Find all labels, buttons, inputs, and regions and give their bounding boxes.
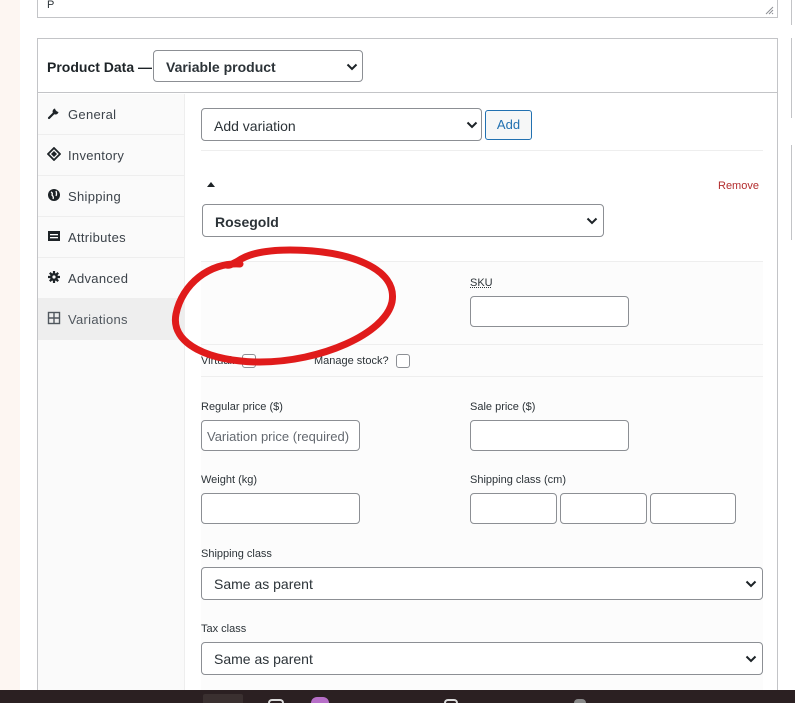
shipping-class-value: Same as parent: [214, 576, 313, 592]
dimensions-label: Shipping class (cm): [470, 474, 566, 486]
weight-label: Weight (kg): [201, 474, 258, 486]
product-data-title: Product Data —: [47, 59, 153, 75]
tab-label: Shipping: [68, 189, 121, 204]
width-input[interactable]: [560, 493, 647, 524]
sku-input[interactable]: [470, 296, 629, 327]
divider: [201, 150, 763, 151]
length-input[interactable]: [470, 493, 557, 524]
right-edge-border: [791, 38, 792, 118]
chevron-down-icon: [745, 580, 757, 588]
weight-input[interactable]: [201, 493, 360, 524]
chevron-down-icon: [466, 121, 478, 129]
red-annotation-circle: [171, 246, 396, 366]
tab-label: Attributes: [68, 230, 126, 245]
tag-icon: [47, 147, 61, 161]
taskbar-app-icon[interactable]: [203, 694, 243, 703]
tax-class-select[interactable]: Same as parent: [201, 642, 763, 675]
sale-price-input[interactable]: [470, 420, 629, 451]
chevron-down-icon: [346, 63, 358, 71]
tab-attributes[interactable]: Attributes: [38, 217, 185, 258]
shipping-class-select[interactable]: Same as parent: [201, 567, 763, 600]
sale-price-label: Sale price ($): [470, 401, 536, 413]
tab-label: Advanced: [68, 271, 129, 286]
list-icon: [48, 231, 60, 241]
grid-icon: [47, 311, 61, 325]
variation-attribute-value: Rosegold: [215, 214, 279, 230]
tax-class-label: Tax class: [201, 623, 247, 635]
wrench-icon: [47, 108, 59, 120]
regular-price-placeholder: Variation price (required): [207, 429, 350, 444]
description-textarea[interactable]: P: [37, 0, 778, 18]
remove-variation-link[interactable]: Remove: [718, 180, 759, 192]
taskbar-app-icon[interactable]: [574, 699, 586, 703]
chevron-down-icon: [745, 655, 757, 663]
resize-grip-icon[interactable]: [764, 5, 774, 15]
divider: [201, 376, 763, 377]
shipping-class-label: Shipping class: [201, 548, 272, 560]
description-text: P: [47, 0, 55, 11]
product-data-panel: Product Data — Variable product General …: [37, 38, 778, 703]
product-type-value: Variable product: [166, 59, 276, 75]
taskbar-app-icon[interactable]: [311, 697, 329, 703]
globe-icon: [48, 189, 60, 201]
sku-label: SKU: [470, 277, 493, 289]
right-edge-border: [791, 145, 792, 240]
product-type-select[interactable]: Variable product: [153, 50, 363, 82]
variation-attribute-select[interactable]: Rosegold: [202, 204, 604, 237]
tab-inventory[interactable]: Inventory: [38, 135, 185, 176]
product-data-tabs: General Inventory Shipping Attributes Ad…: [38, 94, 185, 703]
tab-advanced[interactable]: Advanced: [38, 258, 185, 299]
regular-price-label: Regular price ($): [201, 401, 283, 413]
tab-label: General: [68, 107, 117, 122]
collapse-toggle-icon[interactable]: [207, 182, 215, 187]
add-variation-button[interactable]: Add: [485, 110, 532, 140]
variations-panel: Add variation Add Remove Rosegold SKU Vi…: [186, 94, 777, 703]
product-data-header: Product Data — Variable product: [38, 39, 777, 93]
taskbar-app-icon[interactable]: [268, 699, 284, 703]
tab-label: Variations: [68, 312, 128, 327]
height-input[interactable]: [650, 493, 736, 524]
tab-variations[interactable]: Variations: [38, 299, 185, 340]
tab-general[interactable]: General: [38, 94, 185, 135]
add-variation-value: Add variation: [214, 118, 296, 134]
regular-price-input[interactable]: Variation price (required): [201, 420, 360, 451]
add-variation-select[interactable]: Add variation: [201, 108, 482, 141]
tab-shipping[interactable]: Shipping: [38, 176, 185, 217]
right-edge-border: [791, 0, 792, 25]
taskbar-app-icon[interactable]: [444, 699, 458, 703]
gear-icon: [48, 271, 60, 283]
chevron-down-icon: [586, 217, 598, 225]
taskbar: [0, 690, 795, 703]
tax-class-value: Same as parent: [214, 651, 313, 667]
tab-label: Inventory: [68, 148, 125, 163]
